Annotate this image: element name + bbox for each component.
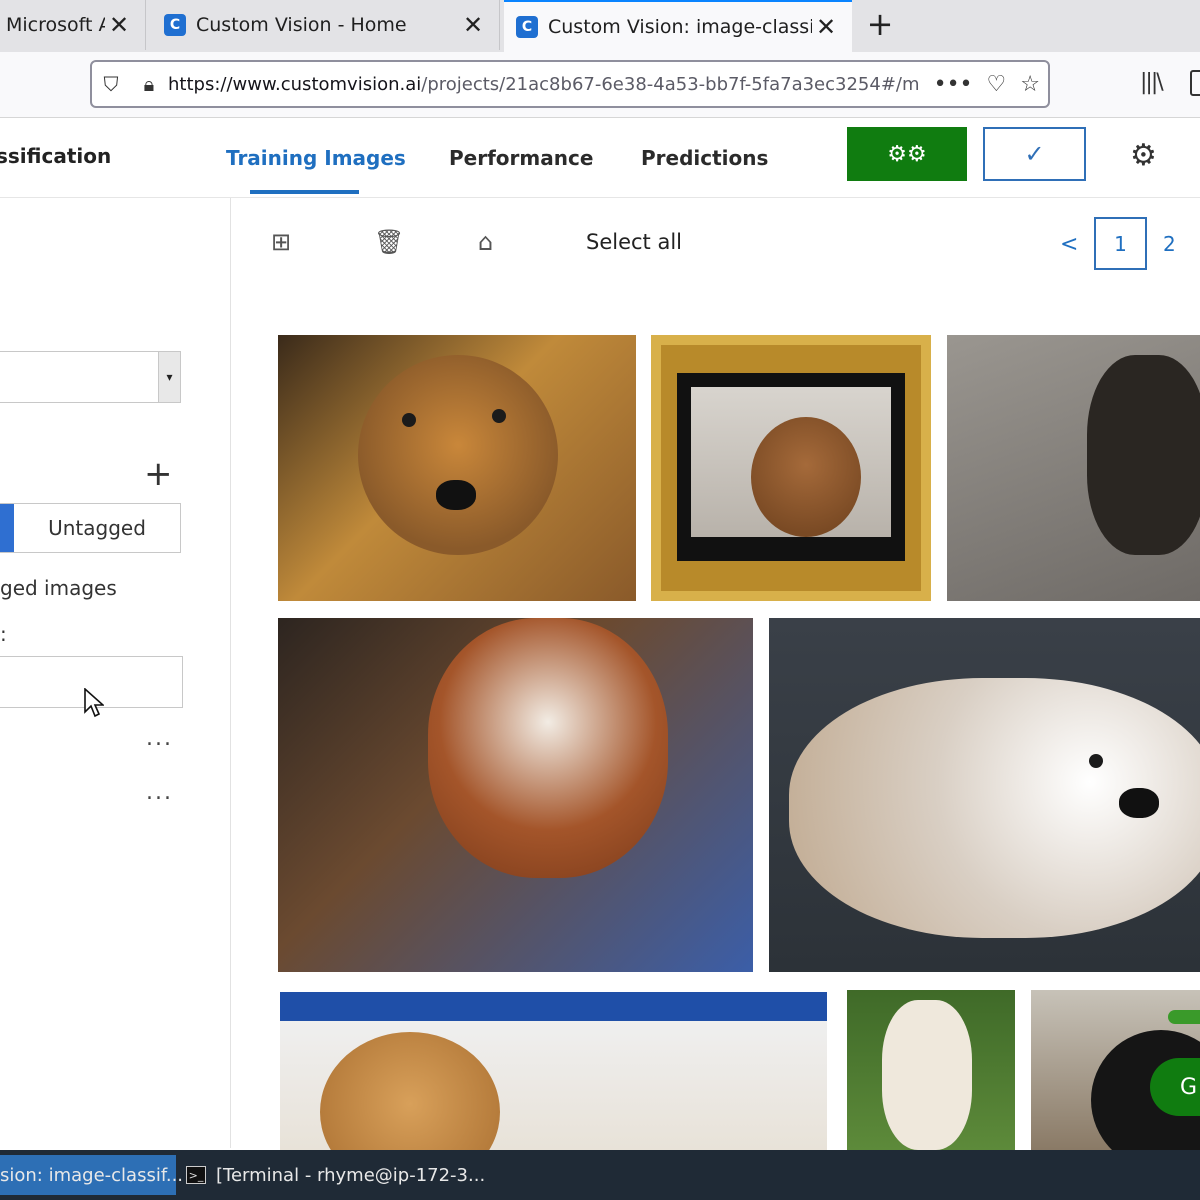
active-tab-indicator	[250, 190, 359, 194]
tag-filter-panel: ▾ + Untagged ged images : ... ...	[0, 198, 231, 1148]
dog-photo	[1089, 754, 1103, 768]
close-icon[interactable]: ✕	[812, 13, 840, 41]
training-image-thumbnail[interactable]	[280, 992, 827, 1152]
filter-label: :	[0, 622, 7, 646]
url-actions: ••• ♡ ☆	[934, 72, 1048, 97]
tab-predictions[interactable]: Predictions	[641, 146, 768, 170]
iteration-select[interactable]: ▾	[0, 351, 181, 403]
add-images-icon[interactable]: ⊞	[271, 228, 291, 256]
train-button[interactable]: ⚙⚙	[847, 127, 967, 181]
pocket-icon[interactable]: ♡	[987, 72, 1007, 97]
dog-photo	[1119, 788, 1159, 818]
pager-page-1[interactable]: 1	[1094, 217, 1147, 270]
dog-photo	[358, 355, 558, 555]
show-images-label: ged images	[0, 576, 117, 600]
sidebar-icon[interactable]	[1190, 70, 1200, 96]
close-icon[interactable]: ✕	[459, 11, 487, 39]
library-icon[interactable]: |||\	[1140, 70, 1164, 95]
untagged-toggle-button[interactable]: Untagged	[14, 504, 180, 552]
browser-tab-custom-vision-home[interactable]: C Custom Vision - Home ✕	[152, 0, 500, 50]
status-indicator	[1168, 1010, 1200, 1024]
new-tab-icon[interactable]: +	[862, 6, 898, 42]
browser-tab-image-classifier[interactable]: C Custom Vision: image-classifi ✕	[504, 0, 852, 52]
browser-nav-bar: ⛉ 🔒︎ https://www.customvision.ai/project…	[0, 52, 1200, 118]
dog-photo	[402, 413, 416, 427]
training-image-thumbnail[interactable]	[278, 335, 636, 601]
taskbar-item-label: sion: image-classif...	[0, 1164, 184, 1186]
select-all-button[interactable]: Select all	[586, 230, 682, 254]
add-tag-icon[interactable]: +	[144, 456, 173, 492]
training-image-thumbnail[interactable]	[847, 990, 1015, 1150]
tab-title: Custom Vision - Home	[196, 14, 407, 36]
dog-photo	[428, 618, 668, 878]
training-image-thumbnail[interactable]	[769, 618, 1200, 972]
pager-previous[interactable]: <	[1060, 232, 1078, 257]
tab-performance[interactable]: Performance	[449, 146, 593, 170]
close-icon[interactable]: ✕	[105, 11, 133, 39]
dog-photo	[492, 409, 506, 423]
dog-photo	[691, 387, 891, 537]
dog-photo	[882, 1000, 972, 1150]
dog-photo	[436, 480, 476, 510]
dog-photo	[320, 1032, 500, 1152]
tagged-toggle-button[interactable]	[0, 504, 14, 552]
more-actions-icon[interactable]: •••	[934, 72, 973, 97]
check-icon: ✓	[1024, 140, 1045, 168]
bookmark-star-icon[interactable]: ☆	[1020, 72, 1040, 97]
quick-test-button[interactable]: ✓	[983, 127, 1086, 181]
os-taskbar: sion: image-classif... >_ [Terminal - rh…	[0, 1150, 1200, 1200]
app-header: ssification Training Images Performance …	[0, 118, 1200, 198]
picture-frame	[677, 373, 905, 561]
tag-icon[interactable]: ⌂	[478, 228, 493, 256]
mouse-cursor-icon	[84, 688, 104, 718]
address-bar[interactable]: ⛉ 🔒︎ https://www.customvision.ai/project…	[90, 60, 1050, 108]
url-text[interactable]: https://www.customvision.ai/projects/21a…	[168, 74, 934, 95]
delete-icon[interactable]: 🗑︎	[374, 228, 404, 256]
custom-vision-icon: C	[164, 14, 186, 36]
taskbar-item-label: [Terminal - rhyme@ip-172-3...	[216, 1164, 486, 1186]
chevron-down-icon[interactable]: ▾	[158, 352, 180, 402]
pager-page-2[interactable]: 2	[1163, 232, 1176, 256]
project-title: ssification	[0, 144, 112, 168]
gears-icon: ⚙⚙	[887, 141, 927, 167]
tab-training-images[interactable]: Training Images	[226, 146, 406, 170]
custom-vision-icon: C	[516, 16, 538, 38]
training-image-thumbnail[interactable]	[278, 618, 753, 972]
url-path: /projects/21ac8b67-6e38-4a53-bb7f-5fa7a3…	[421, 73, 920, 95]
dog-photo	[751, 417, 861, 537]
url-host: https://www.customvision.ai	[168, 73, 422, 95]
floating-action-button[interactable]: G	[1150, 1058, 1200, 1116]
lock-icon[interactable]: 🔒︎	[130, 72, 168, 96]
shield-icon[interactable]: ⛉	[92, 72, 130, 96]
browser-tab-azure[interactable]: Microsoft Az ✕	[0, 0, 146, 50]
terminal-icon: >_	[186, 1166, 206, 1184]
tagged-untagged-toggle: Untagged	[0, 503, 181, 553]
taskbar-item-browser[interactable]: sion: image-classif...	[0, 1155, 183, 1195]
tab-title: Custom Vision: image-classifi	[548, 16, 812, 38]
gear-icon[interactable]: ⚙	[1130, 138, 1157, 173]
taskbar-item-terminal[interactable]: >_ [Terminal - rhyme@ip-172-3...	[186, 1155, 506, 1195]
more-options-icon[interactable]: ...	[146, 780, 173, 805]
more-options-icon[interactable]: ...	[146, 726, 173, 751]
browser-tab-strip: Microsoft Az ✕ C Custom Vision - Home ✕ …	[0, 0, 1200, 52]
training-image-thumbnail[interactable]	[651, 335, 931, 601]
training-image-thumbnail[interactable]	[947, 335, 1200, 601]
dog-photo	[1087, 355, 1200, 555]
tab-title: Microsoft Az	[6, 14, 105, 36]
